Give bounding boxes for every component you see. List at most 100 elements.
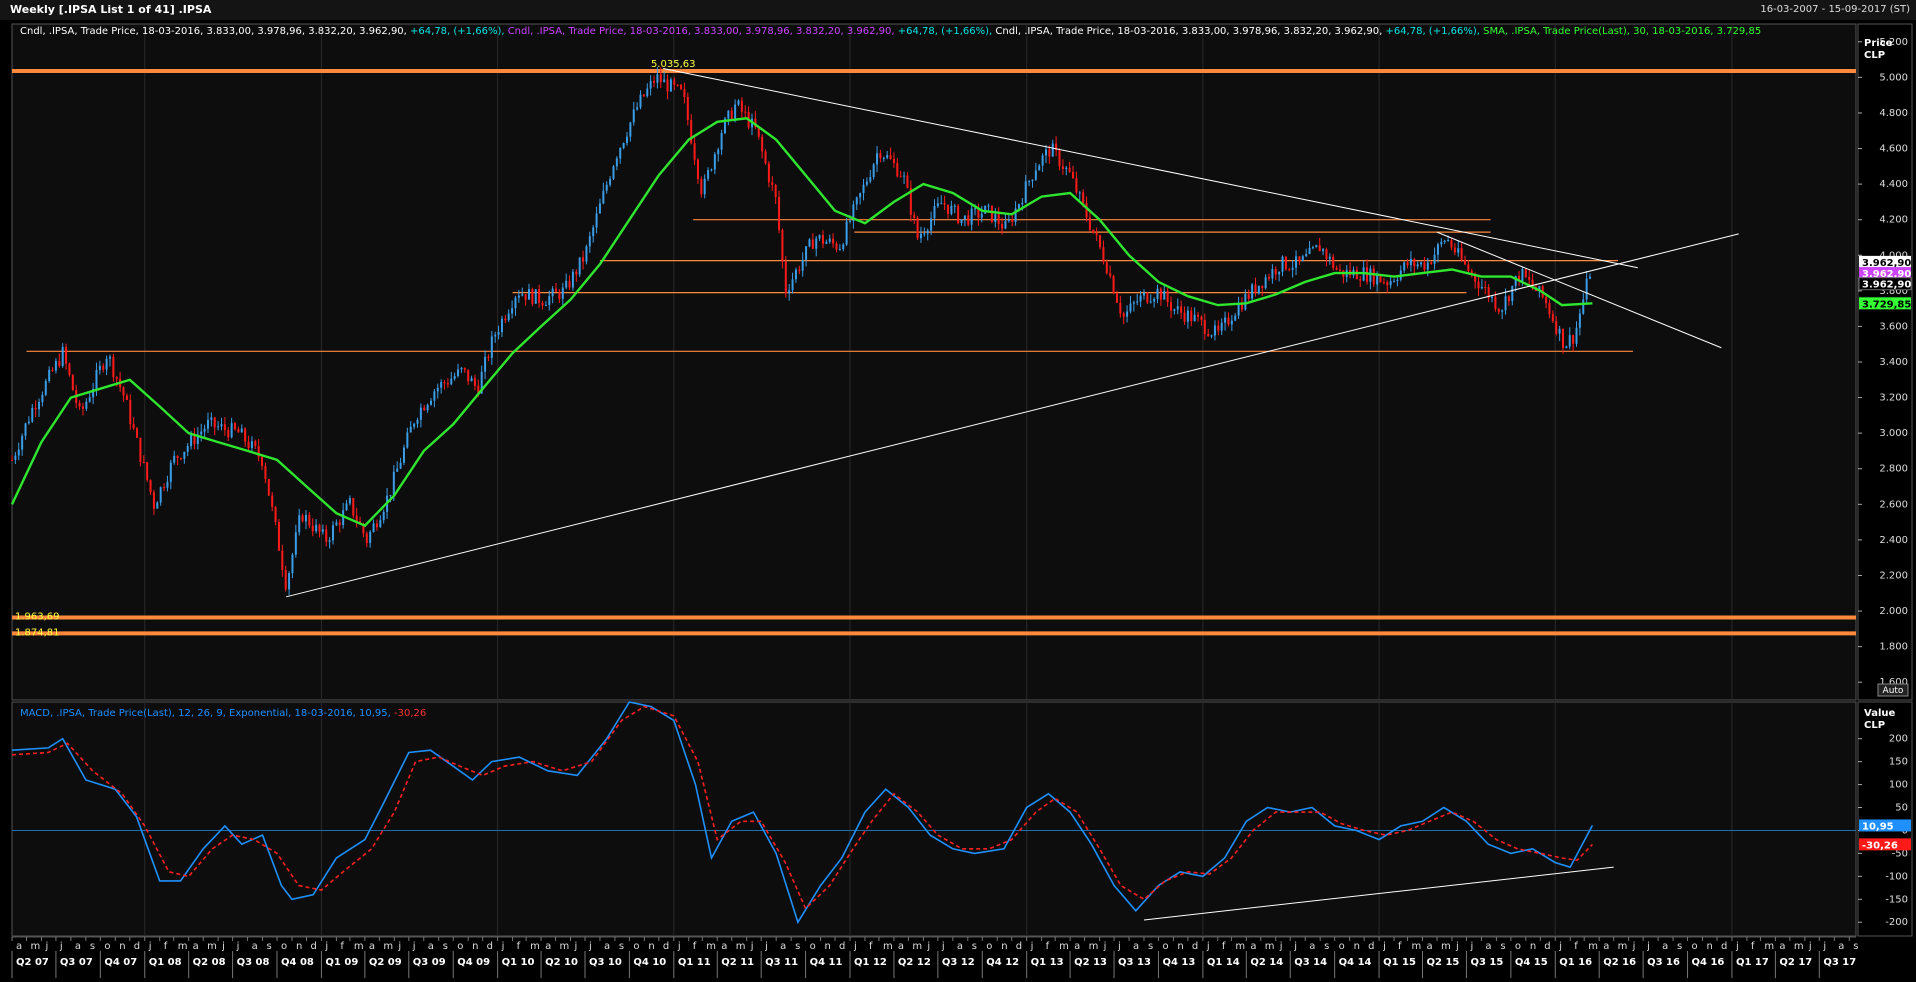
candle-body [41,394,44,403]
candle-body [65,346,68,364]
candle-body [892,159,895,164]
candle-body [1551,314,1554,322]
candle-body [788,290,791,294]
month-tick-label: a [428,941,434,952]
candle-body [1099,235,1102,248]
candle-body [578,257,581,275]
quarter-tick-label: Q1 16 [1559,957,1592,968]
month-tick-label: d [839,941,845,952]
chart-area[interactable]: 5.035,631.963,691.874,81 1.6001.8002.000… [0,20,1916,982]
candle-body [659,74,662,83]
candle-body [663,79,666,83]
candle-body [943,203,946,205]
candle-body [791,279,794,291]
candle-body [1572,335,1575,344]
candle-body [1291,267,1294,270]
month-tick-label: a [16,941,22,952]
candle-body [1447,240,1450,242]
candle-body [261,456,264,466]
candle-body [855,197,858,205]
candle-body [919,233,922,239]
candle-body [987,205,990,207]
candle-body [1264,277,1267,289]
candle-body [1501,310,1504,312]
month-tick-label: s [90,941,95,952]
candle-body [1197,314,1200,317]
candle-body [1122,313,1125,317]
candle-body [136,428,139,438]
candle-body [1082,192,1085,204]
candle-body [1338,269,1341,271]
quarter-tick-label: Q4 16 [1692,957,1725,968]
candle-body [1284,256,1287,270]
candle-body [669,79,672,92]
quarter-tick-label: Q3 08 [237,957,270,968]
month-tick-label: d [1016,941,1022,952]
month-tick-label: j [1455,941,1459,952]
candle-body [409,426,412,433]
candle-body [301,515,304,522]
candle-body [152,492,155,509]
candle-body [1325,249,1328,259]
candle-body [845,221,848,245]
quarter-tick-label: Q1 15 [1383,957,1416,968]
candle-body [534,289,537,304]
price-legend-part: +64,78, (+1,66%), [898,26,996,37]
month-tick-label: s [267,941,272,952]
month-tick-label: f [869,941,873,952]
candle-body [1295,256,1298,268]
month-tick-label: a [1662,941,1668,952]
month-tick-label: m [30,941,40,952]
chart-background [0,20,1916,982]
candle-body [595,213,598,228]
month-tick-label: o [1339,941,1345,952]
month-tick-label: a [75,941,81,952]
month-tick-label: j [1382,941,1386,952]
candle-body [1193,314,1196,322]
candle-body [869,176,872,182]
candle-body [680,84,683,90]
month-tick-label: o [1515,941,1521,952]
candle-body [1024,181,1027,203]
candle-body [494,334,497,337]
candle-body [31,407,34,422]
quarter-tick-label: Q3 13 [1118,957,1151,968]
month-tick-label: o [1162,941,1168,952]
candle-body [206,419,209,429]
candle-body [1247,294,1250,299]
candle-body [622,142,625,149]
candle-body [402,447,405,463]
month-tick-label: o [986,941,992,952]
month-tick-label: s [1324,941,1329,952]
candle-body [1440,241,1443,245]
candle-body [1463,259,1466,265]
candle-body [1420,262,1423,265]
candle-body [1092,229,1095,233]
price-tick-label: 3.400 [1879,357,1908,368]
candle-body [1146,292,1149,303]
candle-body [636,107,639,110]
auto-scale-button[interactable]: Auto [1877,683,1909,697]
candle-body [835,243,838,250]
candle-body [967,215,970,225]
candle-body [1186,310,1189,322]
candle-body [1136,301,1139,303]
macd-axis-title: CLP [1864,720,1885,731]
candle-body [1558,328,1561,334]
candle-body [1318,245,1321,252]
candle-body [1149,301,1152,303]
candle-body [338,522,341,525]
candle-body [805,246,808,260]
month-tick-label: j [926,941,930,952]
candle-body [602,190,605,204]
month-tick-label: d [1192,941,1198,952]
candle-body [1031,179,1034,182]
candle-body [85,401,88,409]
month-tick-label: j [1293,941,1297,952]
candle-body [463,367,466,370]
candle-body [146,462,149,480]
candle-body [930,218,933,231]
candle-body [784,261,787,294]
candle-body [849,220,852,222]
month-tick-label: a [1603,941,1609,952]
